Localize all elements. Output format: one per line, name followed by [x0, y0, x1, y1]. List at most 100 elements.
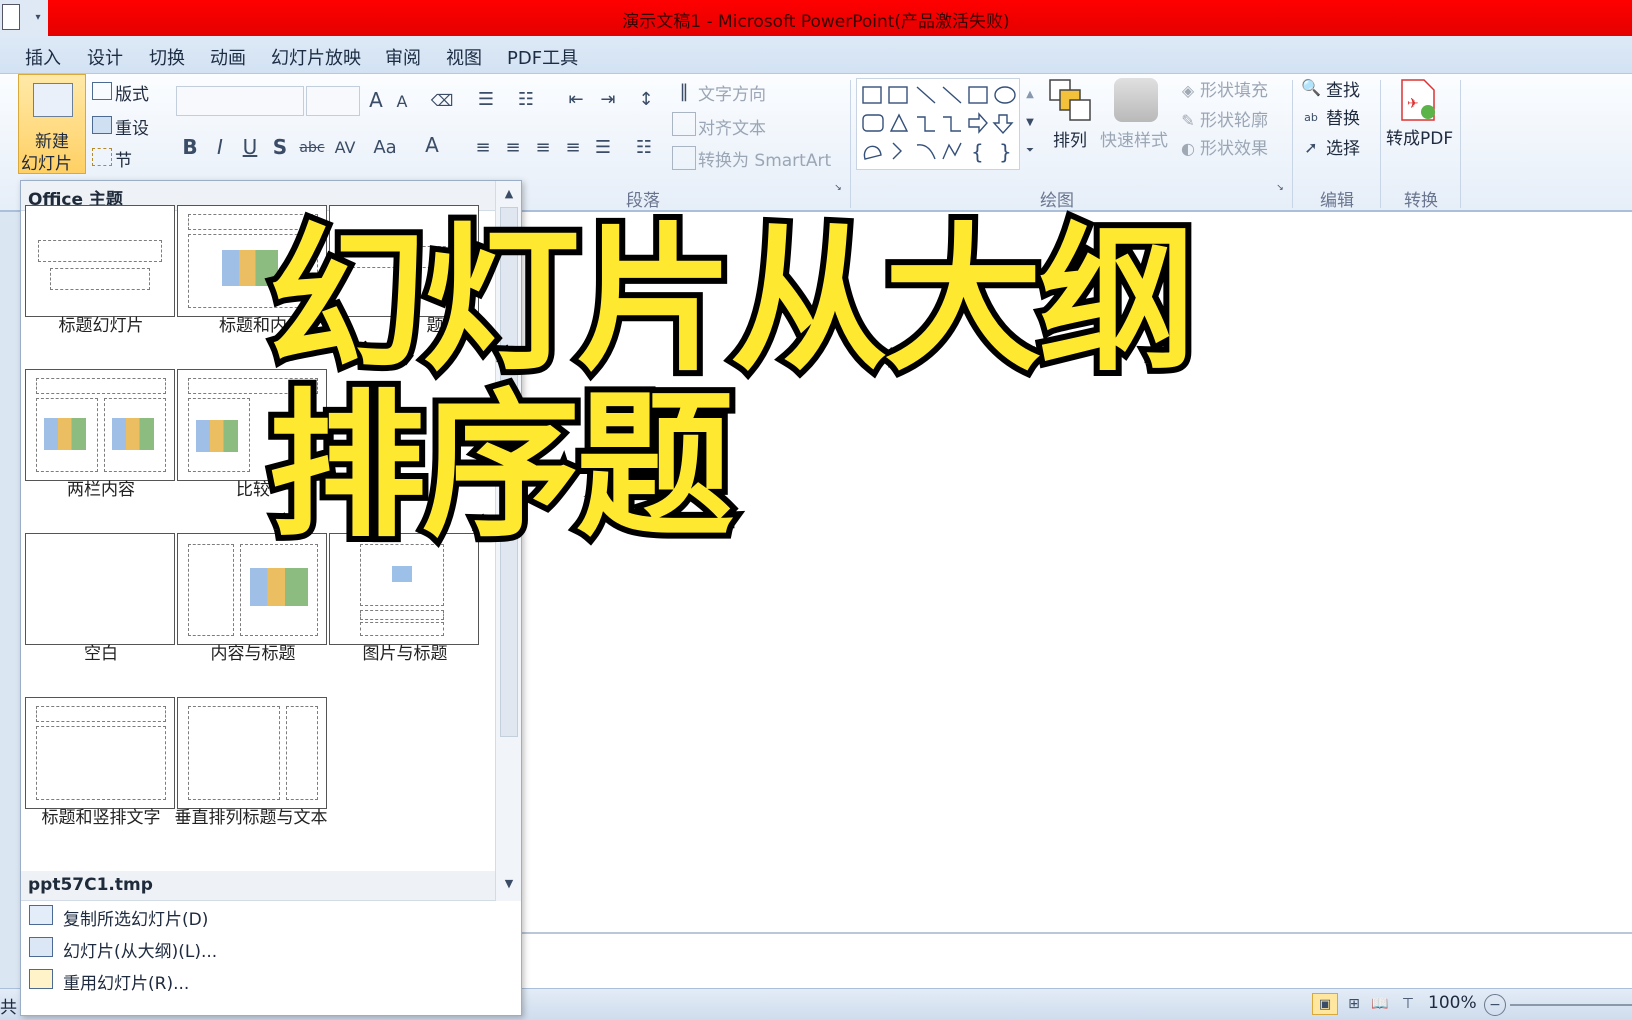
tab-design[interactable]: 设计: [87, 44, 123, 70]
replace-icon: ab: [1304, 110, 1318, 124]
new-slide-button[interactable]: 新建 幻灯片: [18, 74, 86, 174]
overlay-title-line1: 幻灯片从大纲: [262, 209, 1202, 393]
font-color-icon[interactable]: A: [420, 132, 444, 158]
tab-insert[interactable]: 插入: [25, 44, 61, 70]
scroll-down-icon[interactable]: ▼: [500, 875, 518, 891]
drawing-launcher-icon[interactable]: ↘: [1274, 182, 1286, 194]
strikethrough-icon[interactable]: abc: [298, 136, 326, 160]
font-size-combo[interactable]: [306, 86, 360, 116]
align-center-icon[interactable]: ≡: [500, 134, 526, 160]
new-slide-label-2: 幻灯片: [21, 154, 72, 174]
slides-from-outline-icon: [29, 937, 53, 957]
shape-effects-button[interactable]: 形状效果: [1200, 134, 1268, 159]
tab-slideshow[interactable]: 幻灯片放映: [271, 44, 361, 70]
distributed-icon[interactable]: ☰: [590, 134, 616, 160]
zoom-out-icon[interactable]: −: [1484, 994, 1506, 1016]
tab-review[interactable]: 审阅: [385, 44, 421, 70]
shape-fill-icon: ◈: [1181, 80, 1195, 100]
layout-label: 空白: [84, 644, 118, 664]
layout-blank[interactable]: [25, 533, 175, 645]
title-bar: ▾ 演示文稿1 - Microsoft PowerPoint(产品激活失败): [0, 0, 1632, 36]
overlay-title-line2: 排序题: [262, 375, 740, 559]
text-direction-button[interactable]: 文字方向: [698, 80, 766, 105]
font-name-combo[interactable]: [176, 86, 304, 116]
zoom-slider[interactable]: [1510, 1004, 1632, 1006]
layout-title-vertical-text[interactable]: [25, 697, 175, 809]
shape-fill-button[interactable]: 形状填充: [1200, 76, 1268, 101]
select-icon: ➚: [1304, 137, 1318, 157]
zoom-level[interactable]: 100%: [1428, 993, 1477, 1013]
content-placeholder-icon: [250, 568, 308, 606]
shapes-more-icon[interactable]: ⏷: [1022, 136, 1038, 164]
italic-icon[interactable]: I: [208, 134, 232, 160]
paragraph-launcher-icon[interactable]: ↘: [832, 182, 844, 194]
tab-pdf-tools[interactable]: PDF工具: [507, 44, 578, 70]
quick-styles-icon: [1114, 78, 1158, 122]
duplicate-slides-icon: [29, 905, 53, 925]
align-right-icon[interactable]: ≡: [530, 134, 556, 160]
decrease-indent-icon[interactable]: ⇤: [562, 86, 590, 112]
reading-view-icon[interactable]: 📖: [1368, 993, 1392, 1015]
change-case-icon[interactable]: Aa: [370, 134, 400, 160]
slide-thumbnail-pane[interactable]: [0, 212, 20, 1012]
reset-button[interactable]: 重设: [115, 114, 149, 139]
shapes-scroll-up-icon[interactable]: ▲: [1022, 80, 1038, 108]
quick-styles-button[interactable]: 快速样式: [1100, 126, 1168, 151]
new-slide-icon: [33, 83, 73, 117]
shadow-icon[interactable]: S: [268, 134, 292, 160]
align-text-button[interactable]: 对齐文本: [698, 114, 766, 139]
tab-transitions[interactable]: 切换: [149, 44, 185, 70]
content-placeholder-icon: [112, 418, 154, 450]
menu-duplicate-slides[interactable]: 复制所选幻灯片(D): [21, 899, 521, 931]
svg-text:✈: ✈: [1407, 96, 1419, 112]
shape-outline-button[interactable]: 形状轮廓: [1200, 106, 1268, 131]
notes-pane[interactable]: [502, 932, 1632, 988]
scroll-up-icon[interactable]: ▲: [500, 185, 518, 201]
to-pdf-button[interactable]: 转成PDF: [1386, 124, 1453, 149]
underline-icon[interactable]: U: [238, 134, 262, 160]
replace-button[interactable]: 替换: [1326, 104, 1360, 129]
justify-icon[interactable]: ≡: [560, 134, 586, 160]
menu-label: 复制所选幻灯片(D): [63, 910, 209, 930]
picture-placeholder-icon: [392, 566, 412, 582]
shapes-gallery[interactable]: { }: [856, 78, 1020, 170]
bullets-icon[interactable]: ☰: [472, 86, 500, 112]
columns-icon[interactable]: ☷: [630, 134, 658, 160]
find-button[interactable]: 查找: [1326, 76, 1360, 101]
group-separator: [1460, 80, 1461, 208]
reuse-slides-icon: [29, 969, 53, 989]
char-spacing-icon[interactable]: AV: [330, 134, 360, 160]
arrange-button[interactable]: 排列: [1053, 126, 1087, 151]
section-button[interactable]: 节: [115, 146, 132, 171]
grow-font-icon[interactable]: A: [364, 88, 388, 112]
layout-label: 标题和竖排文字: [41, 808, 161, 828]
layout-label: 标题幻灯片: [58, 316, 144, 336]
menu-slides-from-outline[interactable]: 幻灯片(从大纲)(L)...: [21, 931, 521, 963]
layout-button[interactable]: 版式: [115, 80, 149, 105]
convert-smartart-button[interactable]: 转换为 SmartArt: [698, 146, 831, 171]
tab-view[interactable]: 视图: [446, 44, 482, 70]
bold-icon[interactable]: B: [178, 134, 202, 160]
smartart-icon: [672, 146, 696, 170]
layout-label: 内容与标题: [210, 644, 296, 664]
increase-indent-icon[interactable]: ⇥: [594, 86, 622, 112]
group-label-drawing: 绘图: [1040, 191, 1074, 211]
layout-vertical-title-text[interactable]: [177, 697, 327, 809]
menu-reuse-slides[interactable]: 重用幻灯片(R)...: [21, 963, 521, 995]
pdf-icon: ✈: [1398, 78, 1438, 122]
shape-effects-icon: ◐: [1181, 138, 1195, 158]
select-button[interactable]: 选择: [1326, 134, 1360, 159]
text-direction-icon: ‖: [679, 80, 689, 102]
numbering-icon[interactable]: ☷: [512, 86, 540, 112]
layout-two-content[interactable]: [25, 369, 175, 481]
line-spacing-icon[interactable]: ↕: [632, 86, 660, 112]
normal-view-icon[interactable]: ▣: [1312, 993, 1338, 1015]
align-left-icon[interactable]: ≡: [470, 134, 496, 160]
slideshow-view-icon[interactable]: ⊤: [1396, 993, 1420, 1015]
tab-animations[interactable]: 动画: [210, 44, 246, 70]
shrink-font-icon[interactable]: A: [392, 90, 412, 112]
clear-format-icon[interactable]: ⌫: [428, 86, 456, 114]
layout-title-slide[interactable]: [25, 205, 175, 317]
slide-sorter-icon[interactable]: ⊞: [1342, 993, 1366, 1015]
shapes-scroll-down-icon[interactable]: ▼: [1022, 108, 1038, 136]
